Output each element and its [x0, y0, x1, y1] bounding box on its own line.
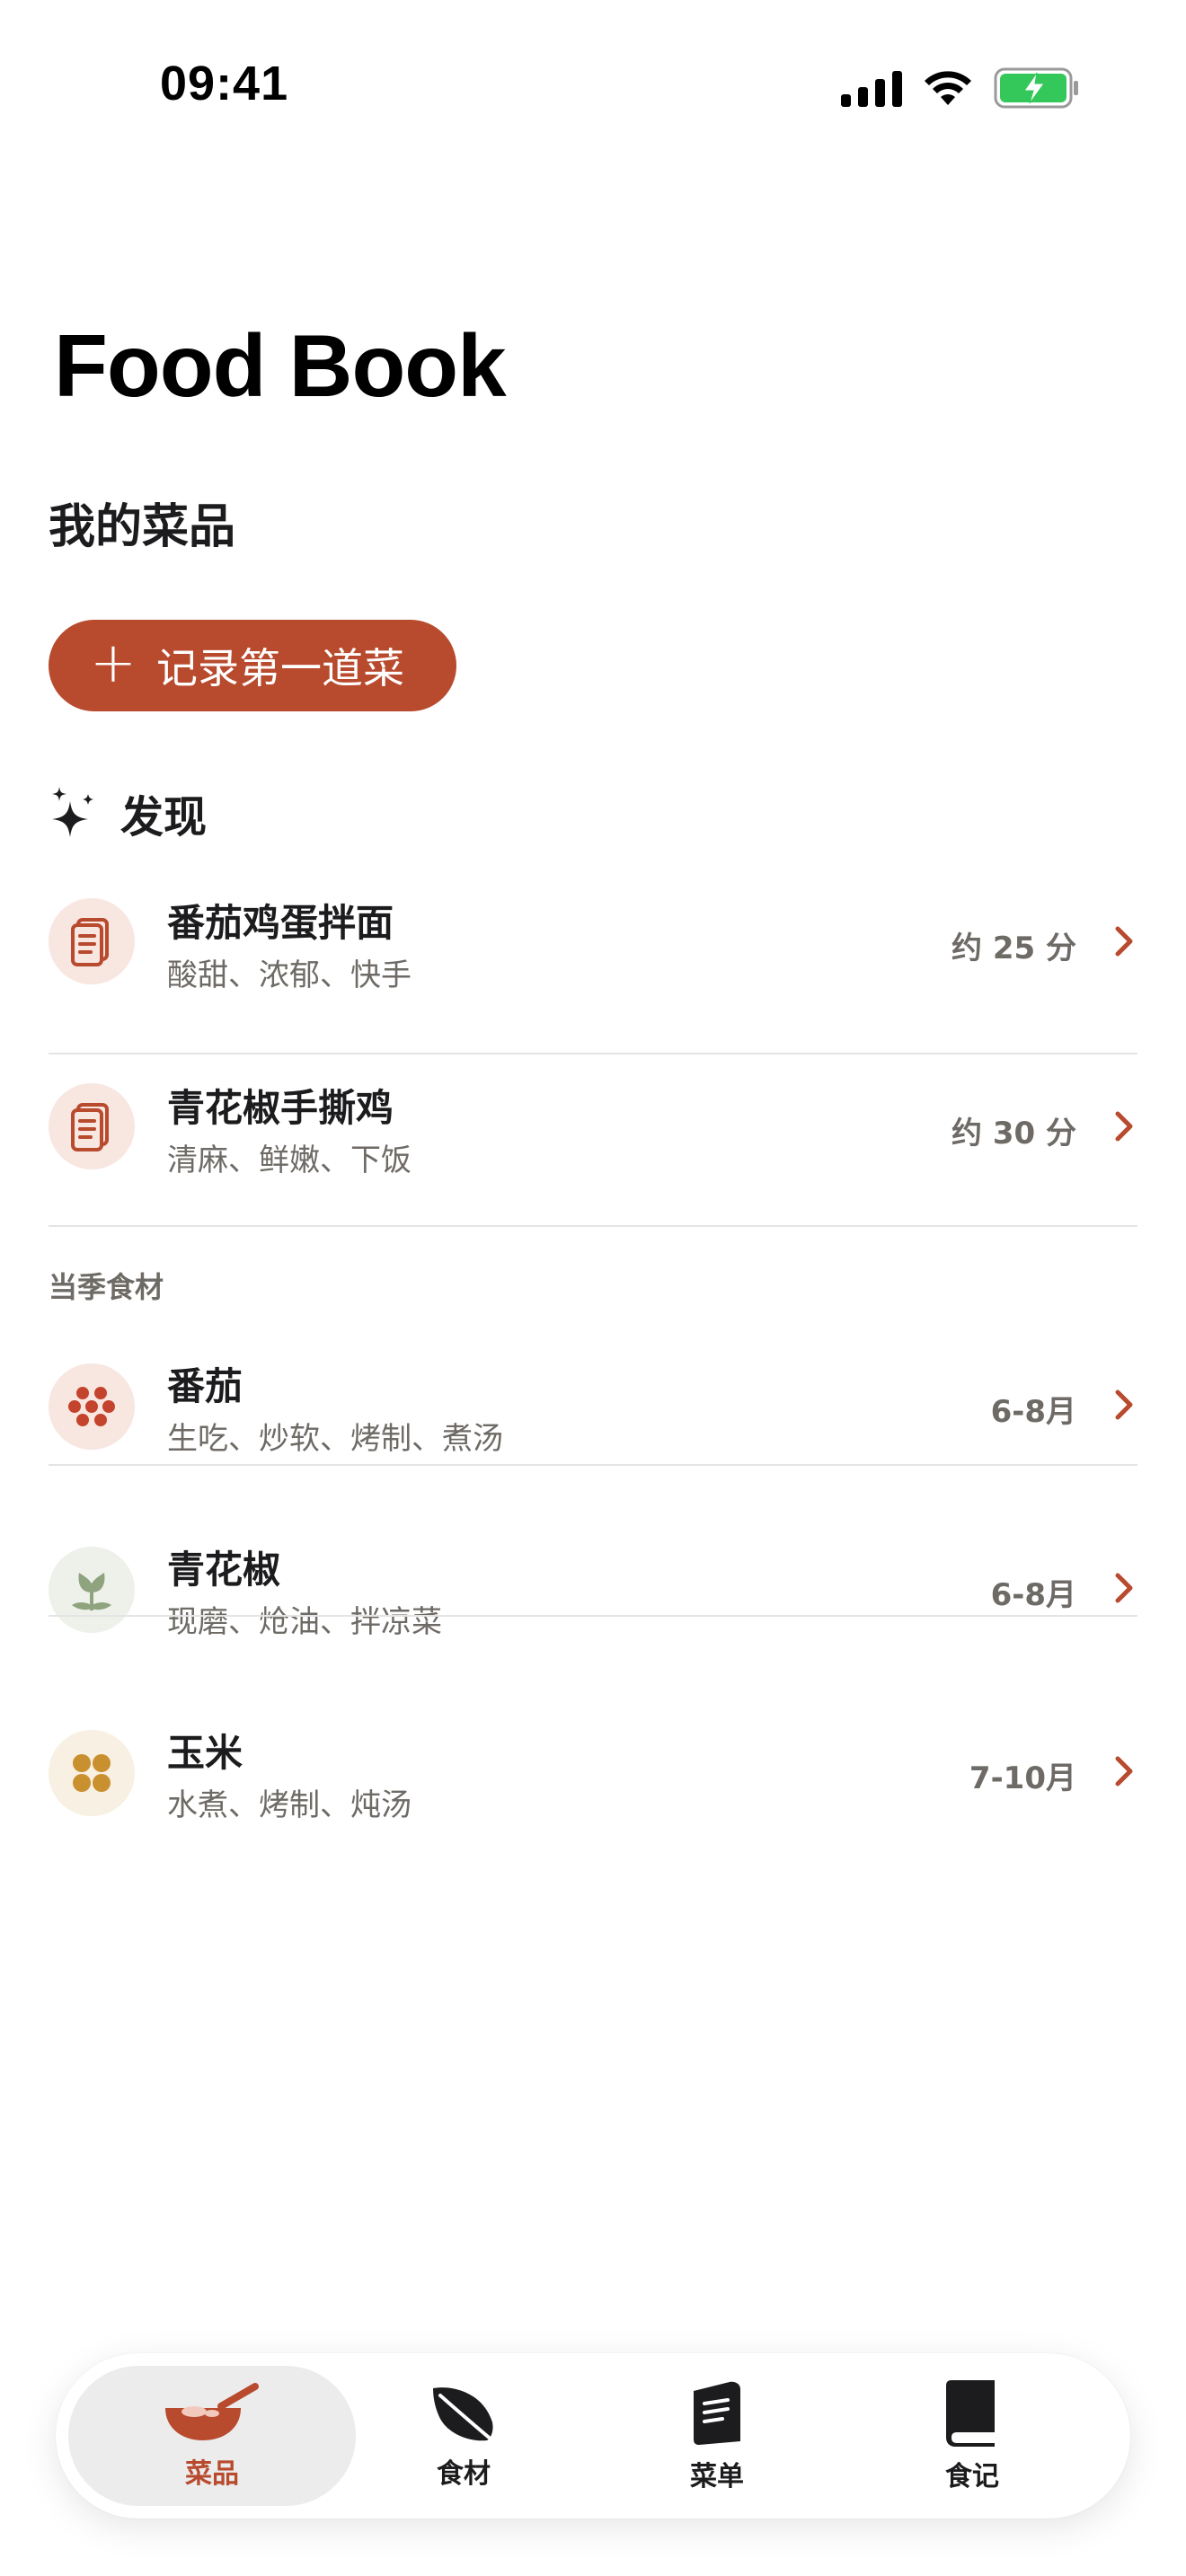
divider	[49, 1615, 1137, 1617]
add-first-dish-button[interactable]: + 记录第一道菜	[49, 620, 456, 711]
status-time: 09:41	[160, 57, 289, 110]
list-item-meta: 约 30 分	[951, 1116, 1076, 1151]
list-item-meta: 6-8月	[990, 1577, 1076, 1613]
discover-title: 发现	[120, 792, 208, 842]
tab-journal[interactable]: 食记	[855, 2353, 1089, 2519]
seasonal-header: 当季食材	[49, 1270, 164, 1304]
chevron-right-icon	[1115, 926, 1133, 957]
tab-label: 菜单	[690, 2461, 744, 2492]
list-item-title: 番茄鸡蛋拌面	[167, 901, 394, 945]
corn-icon	[49, 1730, 135, 1816]
plus-icon: +	[90, 630, 137, 695]
discover-item-green-sichuan-pepper-chicken[interactable]: 青花椒手撕鸡 清麻、鲜嫩、下饭 约 30 分	[49, 1054, 1137, 1227]
seasonal-item-green-sichuan-pepper[interactable]: 青花椒 现磨、炝油、拌凉菜 6-8月	[49, 1500, 1137, 1683]
menu-book-icon	[694, 2381, 740, 2445]
tab-menu[interactable]: 菜单	[600, 2353, 834, 2519]
tab-bar: 菜品 食材 菜单 食记	[56, 2353, 1130, 2519]
list-item-subtitle: 现磨、炝油、拌凉菜	[167, 1604, 442, 1640]
seasonal-item-corn[interactable]: 玉米 水煮、烤制、炖汤 7-10月	[49, 1683, 1137, 1866]
list-item-title: 番茄	[167, 1364, 243, 1408]
list-item-title: 青花椒手撕鸡	[167, 1086, 394, 1130]
cellular-signal-icon	[841, 71, 902, 107]
recipe-icon	[49, 898, 135, 984]
tab-dishes[interactable]: 菜品	[95, 2353, 329, 2519]
list-item-meta: 6-8月	[990, 1394, 1076, 1430]
list-item-subtitle: 生吃、炒软、烤制、煮汤	[167, 1421, 503, 1457]
tab-label: 食材	[437, 2458, 491, 2490]
list-item-title: 青花椒	[167, 1548, 281, 1592]
list-item-title: 玉米	[167, 1731, 243, 1775]
chevron-right-icon	[1115, 1389, 1133, 1420]
tomato-icon	[49, 1363, 135, 1450]
tab-label: 食记	[945, 2461, 999, 2492]
sparkles-icon	[52, 787, 93, 837]
wifi-icon	[925, 71, 971, 105]
status-bar: 09:41	[0, 0, 1186, 171]
chevron-right-icon	[1115, 1111, 1133, 1142]
add-first-dish-label: 记录第一道菜	[155, 644, 404, 693]
battery-charging-icon	[994, 67, 1078, 109]
chevron-right-icon	[1115, 1573, 1133, 1603]
divider	[49, 1464, 1137, 1466]
status-icons	[841, 65, 1080, 111]
recipe-icon	[49, 1083, 135, 1169]
page-title: 我的菜品	[49, 500, 236, 554]
app-title: Food Book	[54, 316, 507, 415]
list-item-subtitle: 酸甜、浓郁、快手	[167, 957, 412, 993]
list-item-meta: 7-10月	[969, 1760, 1076, 1796]
sprout-icon	[49, 1547, 135, 1633]
list-item-subtitle: 水煮、烤制、炖汤	[167, 1787, 412, 1823]
journal-book-icon	[946, 2380, 995, 2447]
list-item-subtitle: 清麻、鲜嫩、下饭	[167, 1142, 412, 1178]
chevron-right-icon	[1115, 1756, 1133, 1786]
seasonal-item-tomato[interactable]: 番茄 生吃、炒软、烤制、煮汤 6-8月	[49, 1317, 1137, 1500]
divider	[49, 1225, 1137, 1227]
tab-label: 菜品	[185, 2458, 239, 2490]
discover-header: 发现	[49, 781, 207, 844]
leaf-icon	[433, 2387, 494, 2442]
list-item-meta: 约 25 分	[951, 931, 1076, 966]
bowl-icon	[165, 2383, 259, 2440]
discover-item-tomato-egg-noodles[interactable]: 番茄鸡蛋拌面 酸甜、浓郁、快手 约 25 分	[49, 871, 1137, 1054]
tab-ingredients[interactable]: 食材	[347, 2353, 580, 2519]
